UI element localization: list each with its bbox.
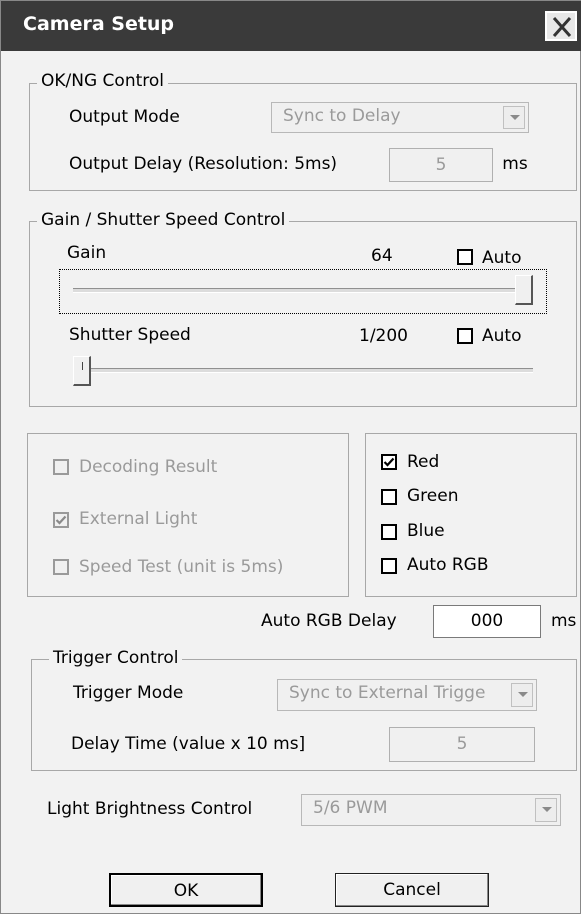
- green-label: Green: [407, 486, 459, 506]
- ok-button-label: OK: [173, 881, 199, 901]
- red-checkbox[interactable]: [381, 454, 397, 470]
- external-light-checkbox[interactable]: [53, 512, 69, 528]
- gain-shutter-legend: Gain / Shutter Speed Control: [37, 210, 290, 230]
- check-icon: [55, 515, 67, 525]
- speed-test-checkbox[interactable]: [53, 559, 69, 575]
- window-title: Camera Setup: [23, 13, 175, 35]
- blue-checkbox[interactable]: [381, 524, 397, 540]
- gain-auto-label: Auto: [482, 248, 522, 268]
- blue-label: Blue: [407, 521, 445, 541]
- delay-time-value: 5: [456, 734, 468, 754]
- light-brightness-select[interactable]: 5/6 PWM: [301, 794, 561, 826]
- auto-rgb-checkbox[interactable]: [381, 558, 397, 574]
- gain-value: 64: [371, 246, 393, 266]
- delay-time-label: Delay Time (value x 10 ms]: [71, 734, 306, 754]
- speed-test-label: Speed Test (unit is 5ms): [79, 557, 284, 577]
- light-brightness-value: 5/6 PWM: [313, 798, 388, 818]
- trigger-mode-value: Sync to External Trigge: [289, 683, 486, 703]
- check-icon: [383, 457, 395, 467]
- shutter-slider-track[interactable]: [73, 368, 533, 373]
- shutter-speed-label: Shutter Speed: [69, 325, 191, 345]
- chevron-down-icon[interactable]: [511, 683, 533, 707]
- auto-rgb-label: Auto RGB: [407, 555, 489, 575]
- trigger-mode-select[interactable]: Sync to External Trigge: [277, 679, 537, 711]
- decoding-result-checkbox[interactable]: [53, 459, 69, 475]
- trigger-control-legend: Trigger Control: [49, 648, 183, 668]
- decoding-result-label: Decoding Result: [79, 457, 218, 477]
- output-mode-value: Sync to Delay: [283, 106, 401, 126]
- auto-rgb-delay-value: 000: [470, 611, 504, 631]
- output-delay-field[interactable]: 5: [389, 148, 493, 182]
- output-delay-unit-box: ms: [493, 148, 537, 182]
- output-mode-label: Output Mode: [69, 107, 180, 127]
- title-bar[interactable]: Camera Setup: [1, 1, 581, 51]
- shutter-slider-thumb[interactable]: [73, 356, 91, 386]
- auto-rgb-delay-label: Auto RGB Delay: [261, 611, 397, 631]
- shutter-slider-tick: [82, 362, 83, 370]
- chevron-down-icon[interactable]: [535, 798, 557, 822]
- red-label: Red: [407, 452, 440, 472]
- external-light-label: External Light: [79, 509, 198, 529]
- shutter-auto-checkbox[interactable]: [457, 328, 473, 344]
- delay-time-field[interactable]: 5: [389, 727, 535, 762]
- gain-slider-track[interactable]: [73, 288, 533, 293]
- chevron-down-icon[interactable]: [503, 106, 525, 129]
- shutter-auto-label: Auto: [482, 326, 522, 346]
- output-delay-unit: ms: [502, 154, 528, 174]
- ok-button[interactable]: OK: [109, 873, 263, 907]
- okng-control-legend: OK/NG Control: [37, 71, 169, 91]
- auto-rgb-delay-unit: ms: [551, 611, 577, 631]
- output-mode-select[interactable]: Sync to Delay: [271, 102, 529, 133]
- auto-rgb-delay-field[interactable]: 000: [433, 605, 541, 638]
- cancel-button-label: Cancel: [383, 880, 441, 900]
- gain-label: Gain: [67, 243, 107, 263]
- cancel-button[interactable]: Cancel: [335, 873, 489, 907]
- trigger-mode-label: Trigger Mode: [73, 683, 184, 703]
- shutter-speed-value: 1/200: [359, 326, 408, 346]
- gain-slider-thumb[interactable]: [515, 275, 533, 305]
- green-checkbox[interactable]: [381, 489, 397, 505]
- camera-setup-dialog: Camera Setup OK/NG Control Output Mode S…: [0, 0, 581, 914]
- output-delay-label: Output Delay (Resolution: 5ms): [69, 154, 338, 174]
- output-delay-value: 5: [435, 155, 447, 175]
- gain-auto-checkbox[interactable]: [457, 249, 473, 265]
- light-brightness-label: Light Brightness Control: [47, 799, 253, 819]
- close-button[interactable]: [545, 11, 577, 41]
